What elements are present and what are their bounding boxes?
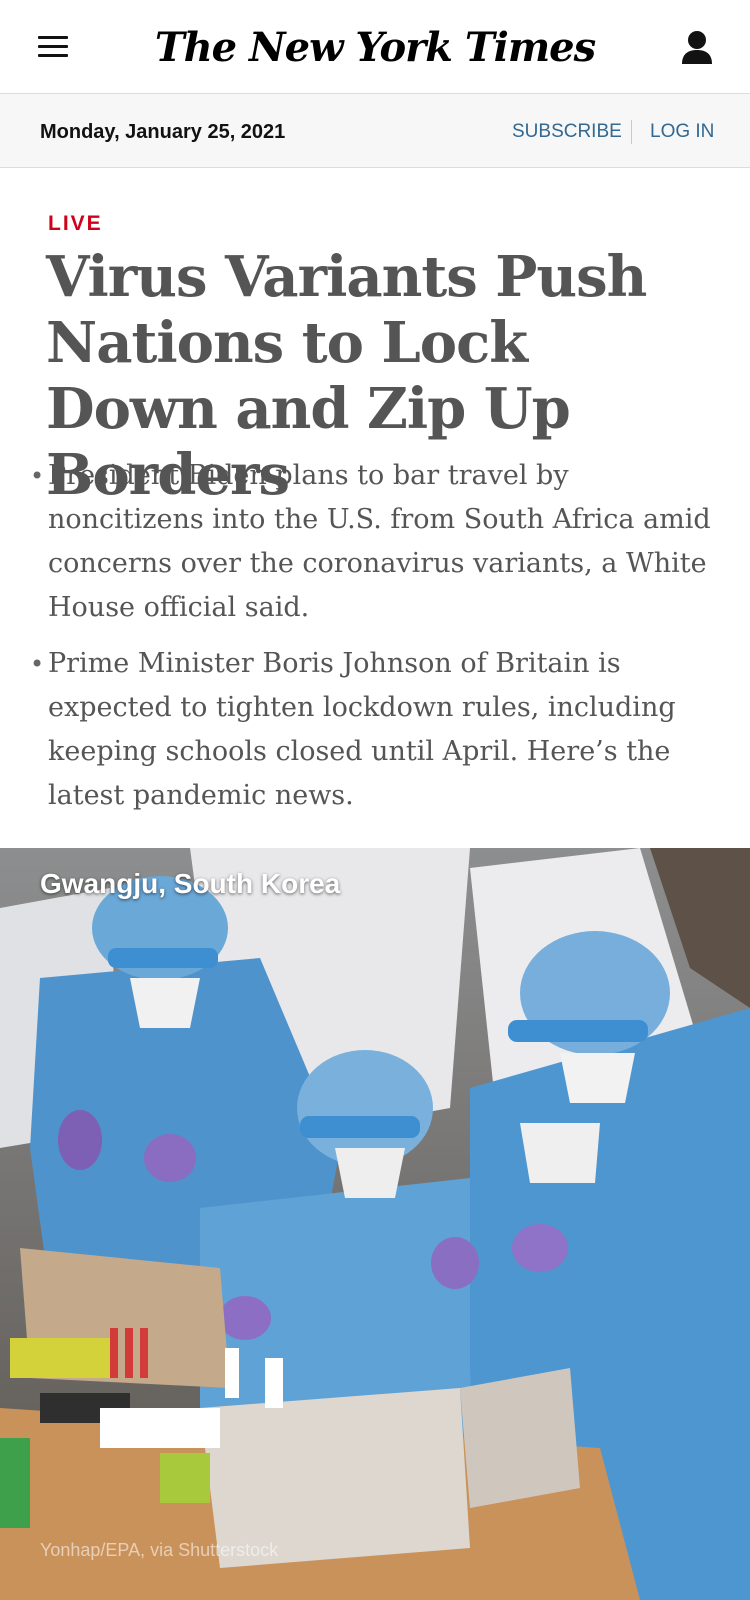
current-date: Monday, January 25, 2021 xyxy=(40,121,286,143)
masthead-logo[interactable]: The New York Times xyxy=(150,18,600,76)
top-header: The New York Times xyxy=(0,0,750,94)
photo-location-label: Gwangju, South Korea xyxy=(40,868,341,899)
bullet-icon: • xyxy=(30,650,45,678)
divider xyxy=(631,120,632,144)
subscribe-link[interactable]: SUBSCRIBE xyxy=(512,121,622,143)
photo-credit: Yonhap/EPA, via Shutterstock xyxy=(40,1540,279,1560)
summary-text: Prime Minister Boris Johnson of Britain … xyxy=(48,648,676,811)
summary-item: • Prime Minister Boris Johnson of Britai… xyxy=(30,642,720,818)
bullet-icon: • xyxy=(30,462,45,490)
article-photo[interactable] xyxy=(0,848,750,1600)
article-summary-list: • President Biden plans to bar travel by… xyxy=(30,454,720,830)
summary-item: • President Biden plans to bar travel by… xyxy=(30,454,720,630)
summary-text: President Biden plans to bar travel by n… xyxy=(48,460,711,623)
login-link[interactable]: LOG IN xyxy=(650,121,714,143)
hamburger-menu-icon[interactable] xyxy=(38,36,70,60)
user-account-icon[interactable] xyxy=(680,28,714,68)
date-bar: Monday, January 25, 2021 SUBSCRIBE LOG I… xyxy=(0,94,750,168)
live-badge: LIVE xyxy=(48,212,103,235)
